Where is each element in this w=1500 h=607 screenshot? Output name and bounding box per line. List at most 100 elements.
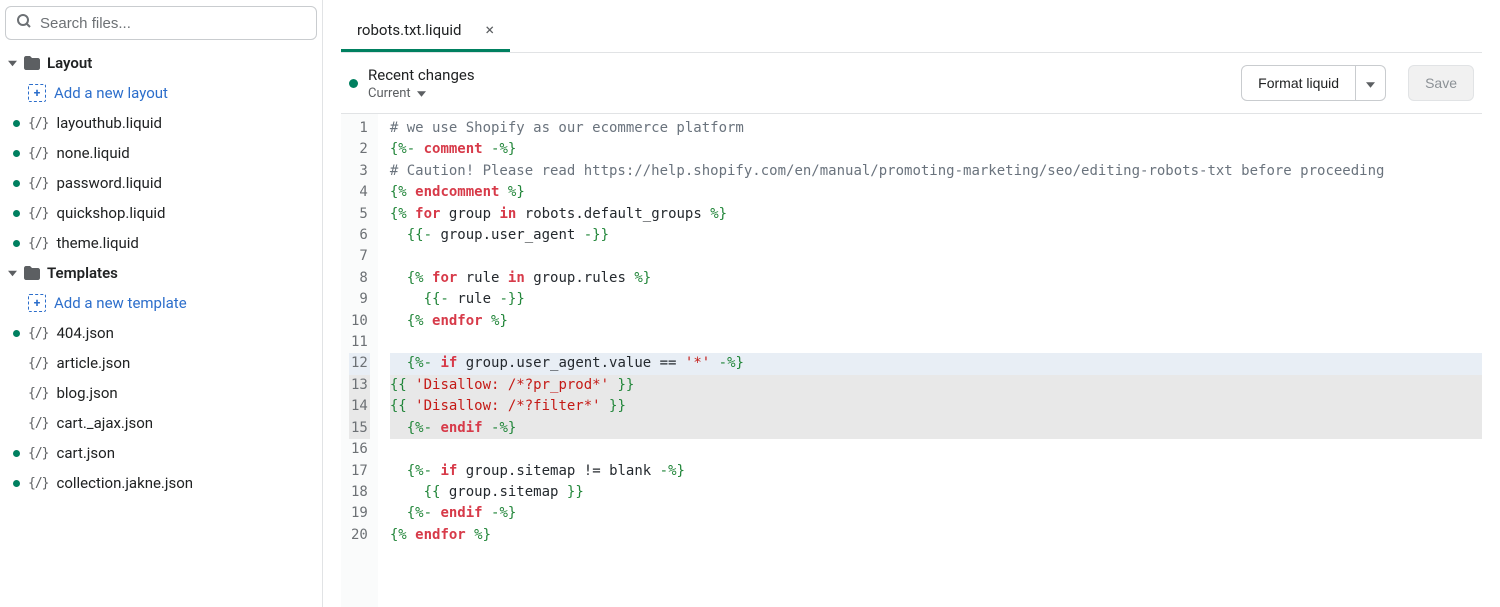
modified-dot-icon <box>13 210 20 217</box>
format-dropdown-button[interactable] <box>1356 65 1386 101</box>
code-line[interactable]: {%- endif -%} <box>390 418 1482 439</box>
file-label: article.json <box>56 354 130 372</box>
folder-icon <box>23 264 41 282</box>
file-label: quickshop.liquid <box>56 204 165 222</box>
toolbar-left: Recent changes Current <box>349 66 475 101</box>
code-editor[interactable]: 1234567891011121314151617181920 # we use… <box>341 114 1482 607</box>
chevron-down-icon <box>7 268 17 278</box>
add-icon: + <box>28 84 46 102</box>
file-label: theme.liquid <box>56 234 138 252</box>
toolbar-right: Format liquid Save <box>1241 65 1474 101</box>
code-area[interactable]: # we use Shopify as our ecommerce platfo… <box>378 114 1482 607</box>
file-icon: {/} <box>28 326 48 341</box>
code-line[interactable]: {{- rule -}} <box>390 289 1482 310</box>
file-icon: {/} <box>28 146 48 161</box>
file-item[interactable]: {/} none.liquid <box>5 138 317 168</box>
save-button[interactable]: Save <box>1408 65 1474 101</box>
modified-dot-icon <box>13 240 20 247</box>
search-box[interactable] <box>5 6 317 40</box>
add-new-item[interactable]: + Add a new template <box>5 288 317 318</box>
code-line[interactable] <box>390 439 1482 460</box>
search-container <box>5 6 317 48</box>
toolbar: Recent changes Current Format liquid Sav… <box>341 53 1482 114</box>
main: robots.txt.liquid × Recent changes Curre… <box>323 0 1500 607</box>
file-item[interactable]: {/} cart._ajax.json <box>5 408 317 438</box>
changes-block: Recent changes Current <box>368 66 475 101</box>
close-icon[interactable]: × <box>485 20 494 39</box>
file-item[interactable]: {/} cart.json <box>5 438 317 468</box>
tree-group-header[interactable]: Layout <box>5 48 317 78</box>
sidebar: Layout+Add a new layout{/}layouthub.liqu… <box>0 0 323 607</box>
code-line[interactable]: {{ 'Disallow: /*?pr_prod*' }} <box>390 375 1482 396</box>
format-button[interactable]: Format liquid <box>1241 65 1356 101</box>
line-gutter: 1234567891011121314151617181920 <box>341 114 378 607</box>
code-line[interactable]: {% endcomment %} <box>390 182 1482 203</box>
add-label: Add a new layout <box>54 84 168 102</box>
modified-dot-icon <box>13 450 20 457</box>
file-label: 404.json <box>56 324 113 342</box>
status-dot-icon <box>349 79 358 88</box>
file-icon: {/} <box>28 476 48 491</box>
code-line[interactable]: {%- if group.user_agent.value == '*' -%} <box>390 353 1482 374</box>
code-line[interactable]: {{ group.sitemap }} <box>390 482 1482 503</box>
modified-dot-icon <box>13 330 20 337</box>
version-label: Current <box>368 86 411 101</box>
search-icon <box>16 13 32 33</box>
tab-label: robots.txt.liquid <box>357 21 461 39</box>
file-item[interactable]: {/} password.liquid <box>5 168 317 198</box>
file-tree: Layout+Add a new layout{/}layouthub.liqu… <box>5 48 317 498</box>
file-icon: {/} <box>28 176 48 191</box>
code-line[interactable]: {{- group.user_agent -}} <box>390 225 1482 246</box>
file-item[interactable]: {/} theme.liquid <box>5 228 317 258</box>
add-icon: + <box>28 294 46 312</box>
code-line[interactable] <box>390 246 1482 267</box>
file-label: layouthub.liquid <box>56 114 162 132</box>
add-label: Add a new template <box>54 294 187 312</box>
code-line[interactable]: {%- endif -%} <box>390 503 1482 524</box>
file-icon: {/} <box>28 446 48 461</box>
code-line[interactable]: {% for group in robots.default_groups %} <box>390 204 1482 225</box>
modified-dot-icon <box>13 180 20 187</box>
file-item[interactable]: {/} quickshop.liquid <box>5 198 317 228</box>
file-item[interactable]: {/} collection.jakne.json <box>5 468 317 498</box>
file-item[interactable]: {/} blog.json <box>5 378 317 408</box>
file-item[interactable]: {/} article.json <box>5 348 317 378</box>
file-label: blog.json <box>56 384 117 402</box>
modified-dot-icon <box>13 480 20 487</box>
code-line[interactable]: {% endfor %} <box>390 525 1482 546</box>
code-line[interactable] <box>390 332 1482 353</box>
modified-dot-icon <box>13 120 20 127</box>
code-line[interactable]: # Caution! Please read https://help.shop… <box>390 161 1482 182</box>
file-icon: {/} <box>28 416 48 431</box>
file-label: none.liquid <box>56 144 129 162</box>
add-new-item[interactable]: + Add a new layout <box>5 78 317 108</box>
code-line[interactable]: {%- comment -%} <box>390 139 1482 160</box>
code-line[interactable]: {% for rule in group.rules %} <box>390 268 1482 289</box>
file-item[interactable]: {/}layouthub.liquid <box>5 108 317 138</box>
caret-down-icon <box>1366 82 1375 88</box>
search-input[interactable] <box>40 15 306 32</box>
file-label: password.liquid <box>56 174 161 192</box>
code-line[interactable]: # we use Shopify as our ecommerce platfo… <box>390 118 1482 139</box>
folder-icon <box>23 54 41 72</box>
modified-dot-icon <box>13 150 20 157</box>
tab-active[interactable]: robots.txt.liquid × <box>341 10 510 52</box>
file-icon: {/} <box>28 386 48 401</box>
tree-group-header[interactable]: Templates <box>5 258 317 288</box>
file-icon: {/} <box>28 236 48 251</box>
format-button-group: Format liquid <box>1241 65 1386 101</box>
caret-down-icon <box>417 86 426 101</box>
code-line[interactable]: {%- if group.sitemap != blank -%} <box>390 461 1482 482</box>
file-label: cart._ajax.json <box>56 414 153 432</box>
code-line[interactable]: {% endfor %} <box>390 311 1482 332</box>
file-icon: {/} <box>28 356 48 371</box>
group-title: Layout <box>47 54 92 72</box>
changes-title: Recent changes <box>368 66 475 84</box>
file-label: cart.json <box>56 444 115 462</box>
version-dropdown[interactable]: Current <box>368 86 475 101</box>
file-label: collection.jakne.json <box>56 474 193 492</box>
file-item[interactable]: {/} 404.json <box>5 318 317 348</box>
code-line[interactable]: {{ 'Disallow: /*?filter*' }} <box>390 396 1482 417</box>
group-title: Templates <box>47 264 118 282</box>
file-icon: {/} <box>28 206 48 221</box>
